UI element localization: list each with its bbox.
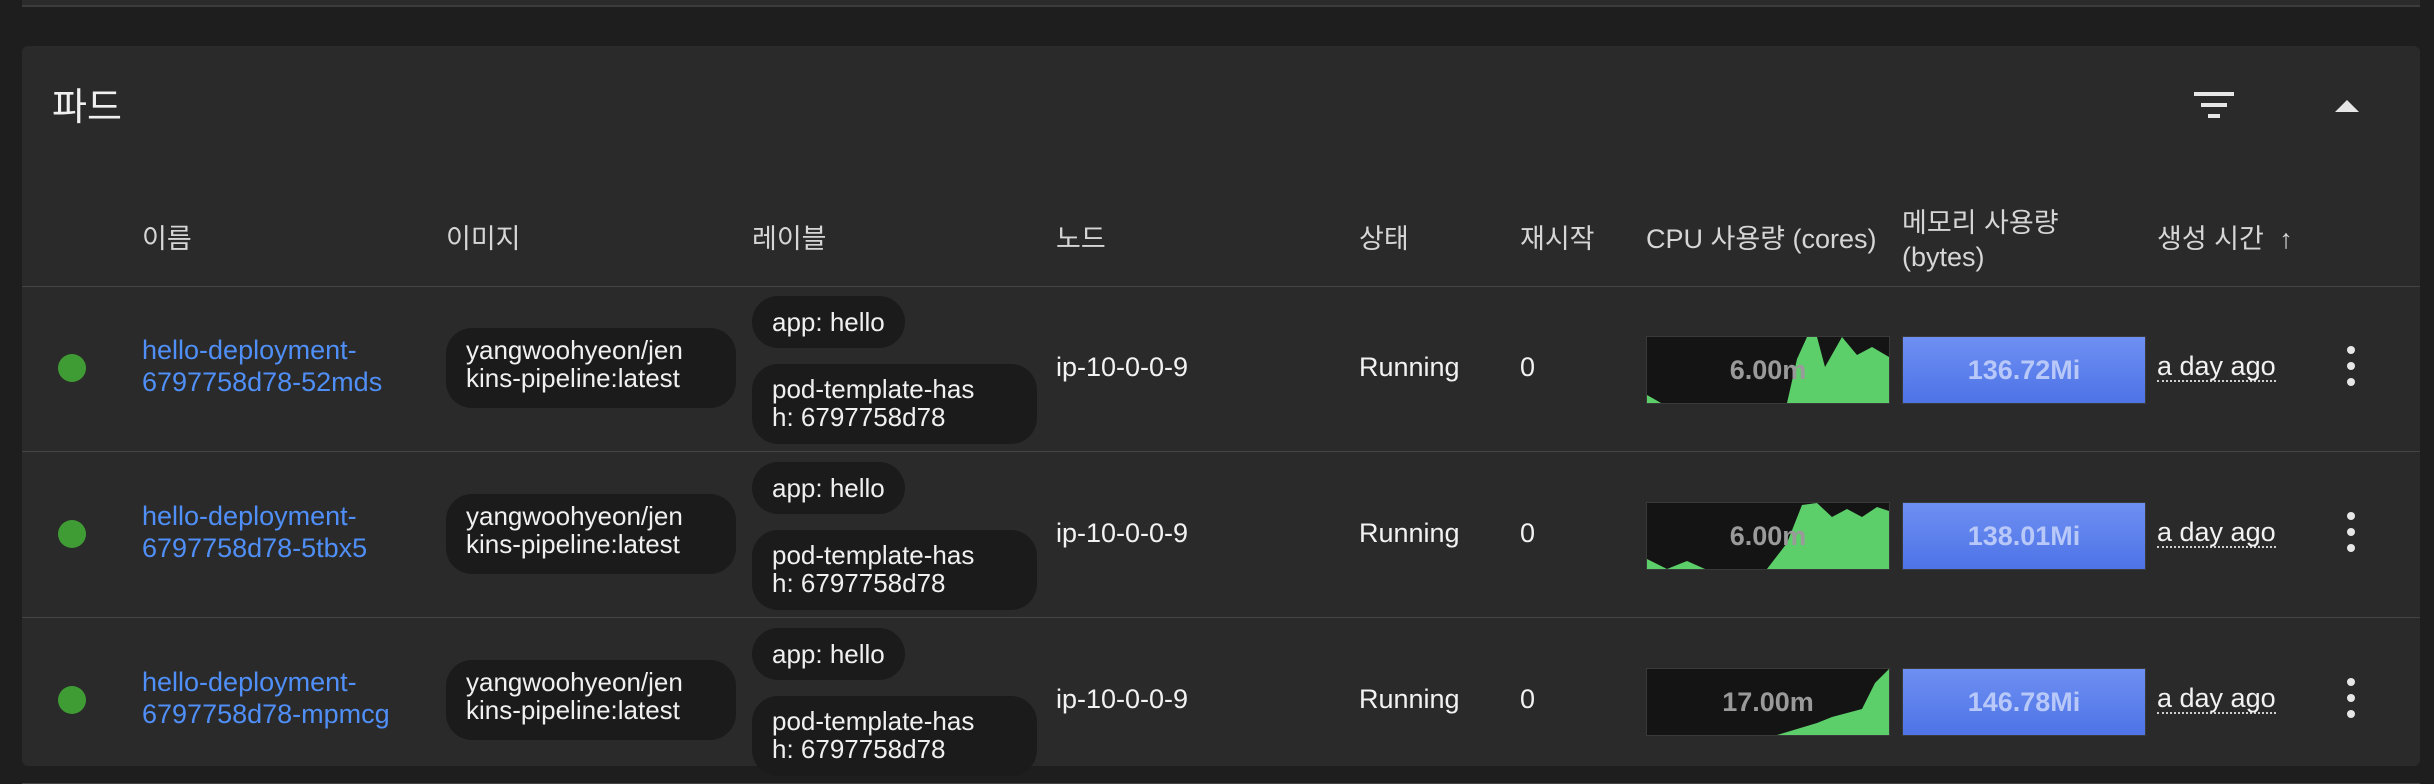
table-row: hello-deployment- 6797758d78-mpmcg yangw…: [22, 618, 2420, 784]
image-line1: yangwoohyeon/jen: [466, 501, 683, 531]
more-vert-icon[interactable]: [2344, 346, 2358, 390]
pod-name-link[interactable]: hello-deployment- 6797758d78-5tbx5: [142, 500, 367, 564]
column-header-created[interactable]: 생성 시간 ↑: [2157, 222, 2293, 256]
node-name: ip-10-0-0-9: [1056, 352, 1189, 382]
status-ok-icon: [58, 686, 86, 714]
pod-name-line2: 6797758d78-mpmcg: [142, 699, 390, 729]
label-chip: pod-template-has h: 6797758d78: [752, 364, 1037, 444]
image-line2: kins-pipeline:latest: [466, 529, 680, 559]
card-title: 파드: [52, 87, 122, 129]
cpu-value: 6.00m: [1729, 355, 1807, 385]
column-header-restarts[interactable]: 재시작: [1520, 222, 1595, 256]
image-chip: yangwoohyeon/jen kins-pipeline:latest: [446, 328, 736, 408]
label-line1: pod-template-has: [772, 706, 975, 736]
column-header-image: 이미지: [446, 224, 521, 254]
image-chip: yangwoohyeon/jen kins-pipeline:latest: [446, 494, 736, 574]
memory-bar: 136.72Mi: [1902, 336, 2146, 404]
column-header-memory: 메모리 사용량 (bytes): [1902, 206, 2059, 274]
created-age[interactable]: a day ago: [2157, 352, 2276, 382]
cpu-sparkline: 6.00m: [1646, 336, 1890, 404]
label-line2: h: 6797758d78: [772, 734, 946, 764]
column-header-memory-line1: 메모리 사용량: [1902, 208, 2059, 238]
pod-status: Running: [1359, 684, 1460, 714]
column-header-node[interactable]: 노드: [1056, 222, 1106, 256]
more-vert-icon[interactable]: [2344, 678, 2358, 722]
pod-name-line1: hello-deployment-: [142, 667, 357, 697]
cpu-value: 17.00m: [1722, 687, 1814, 717]
table-header: 이름 이미지 레이블 노드 상태 재시작 CPU 사용량 (cores) 메모리…: [22, 156, 2420, 287]
column-header-name[interactable]: 이름: [142, 222, 192, 256]
column-header-labels: 레이블: [752, 224, 827, 254]
collapse-icon[interactable]: [2332, 92, 2362, 118]
more-vert-icon[interactable]: [2344, 512, 2358, 556]
pod-name-line1: hello-deployment-: [142, 335, 357, 365]
image-chip: yangwoohyeon/jen kins-pipeline:latest: [446, 660, 736, 740]
image-line2: kins-pipeline:latest: [466, 363, 680, 393]
image-line1: yangwoohyeon/jen: [466, 667, 683, 697]
pod-name-line2: 6797758d78-5tbx5: [142, 533, 368, 563]
restart-count: 0: [1520, 684, 1536, 714]
created-age[interactable]: a day ago: [2157, 684, 2276, 714]
node-name: ip-10-0-0-9: [1056, 518, 1189, 548]
status-ok-icon: [58, 520, 86, 548]
memory-value: 138.01Mi: [1967, 521, 2081, 551]
pod-status: Running: [1359, 352, 1460, 382]
cpu-sparkline: 6.00m: [1646, 502, 1890, 570]
restart-count: 0: [1520, 518, 1536, 548]
label-chip: pod-template-has h: 6797758d78: [752, 696, 1037, 776]
memory-bar: 138.01Mi: [1902, 502, 2146, 570]
memory-value: 146.78Mi: [1967, 687, 2081, 717]
created-age[interactable]: a day ago: [2157, 518, 2276, 548]
pods-card: 파드 이름 이미지 레이블 노드 상태 재시작 CPU 사용량 (cores) …: [22, 46, 2420, 784]
column-header-status[interactable]: 상태: [1359, 222, 1409, 256]
label-chip: app: hello: [752, 296, 905, 348]
cpu-value: 6.00m: [1729, 521, 1807, 551]
memory-bar: 146.78Mi: [1902, 668, 2146, 736]
column-header-cpu: CPU 사용량 (cores): [1646, 224, 1877, 254]
label-line2: h: 6797758d78: [772, 402, 946, 432]
status-ok-icon: [58, 354, 86, 382]
cpu-sparkline: 17.00m: [1646, 668, 1890, 736]
table-row: hello-deployment- 6797758d78-5tbx5 yangw…: [22, 452, 2420, 618]
label-chip: pod-template-has h: 6797758d78: [752, 530, 1037, 610]
image-line2: kins-pipeline:latest: [466, 695, 680, 725]
pod-name-link[interactable]: hello-deployment- 6797758d78-mpmcg: [142, 666, 390, 730]
label-line2: h: 6797758d78: [772, 568, 946, 598]
pod-status: Running: [1359, 518, 1460, 548]
restart-count: 0: [1520, 352, 1536, 382]
sort-ascending-icon: ↑: [2279, 224, 2293, 254]
label-chip: app: hello: [752, 628, 905, 680]
memory-value: 136.72Mi: [1967, 355, 2081, 385]
label-chip: app: hello: [752, 462, 905, 514]
pod-name-link[interactable]: hello-deployment- 6797758d78-52mds: [142, 334, 382, 398]
label-line1: pod-template-has: [772, 540, 975, 570]
label-line1: pod-template-has: [772, 374, 975, 404]
node-name: ip-10-0-0-9: [1056, 684, 1189, 714]
column-header-memory-line2: (bytes): [1902, 242, 1985, 272]
image-line1: yangwoohyeon/jen: [466, 335, 683, 365]
table-row: hello-deployment- 6797758d78-52mds yangw…: [22, 286, 2420, 452]
pod-name-line2: 6797758d78-52mds: [142, 367, 383, 397]
column-header-created-label: 생성 시간: [2157, 224, 2264, 254]
pod-name-line1: hello-deployment-: [142, 501, 357, 531]
filter-icon[interactable]: [2192, 88, 2236, 122]
previous-card: [22, 0, 2420, 7]
